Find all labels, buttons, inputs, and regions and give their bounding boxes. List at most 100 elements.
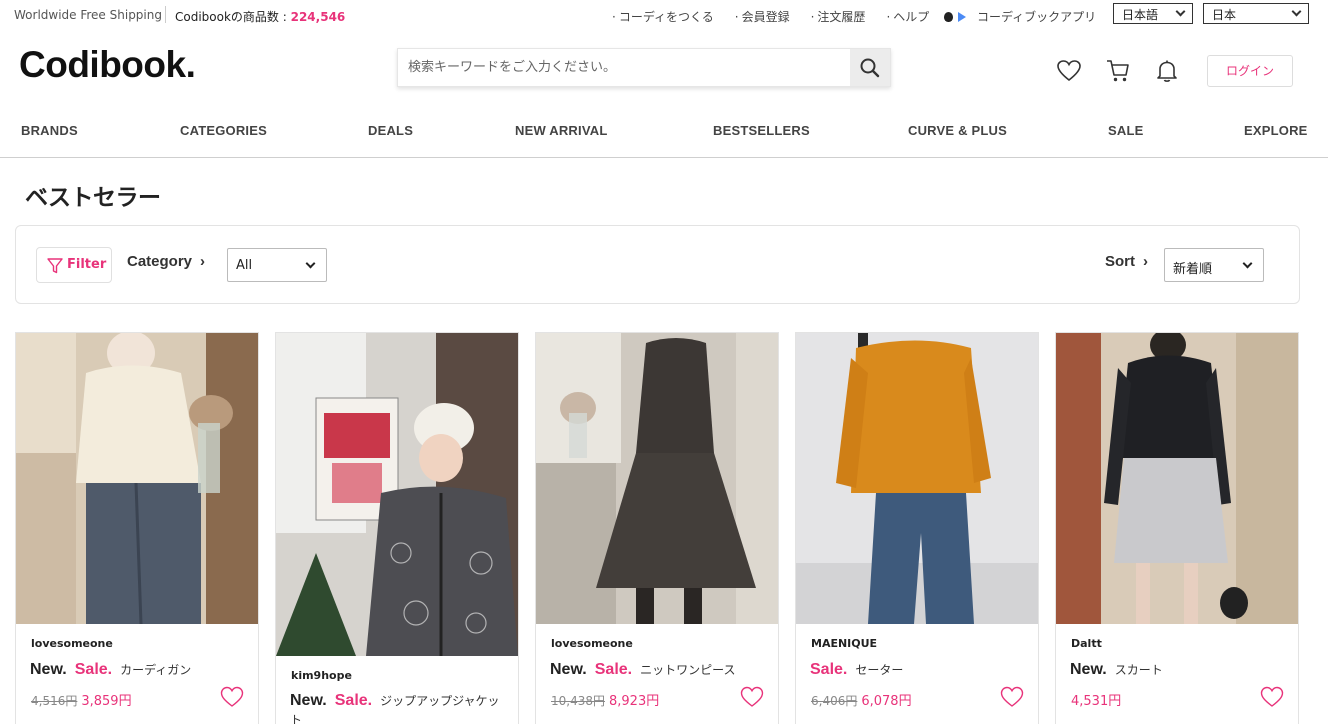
bell-icon[interactable] [1154, 58, 1180, 84]
free-shipping-text: Worldwide Free Shipping [14, 8, 162, 22]
product-count-value: 224,546 [290, 10, 346, 24]
wishlist-heart-icon[interactable] [1056, 58, 1082, 84]
nav-categories[interactable]: CATEGORIES [180, 123, 267, 138]
product-card[interactable]: lovesomeone New. Sale. カーディガン 4,516円 3,859円 [15, 332, 259, 724]
app-link-label: コーディブックアプリ [977, 10, 1097, 24]
product-tags: Sale. セーター [810, 659, 903, 679]
product-image[interactable] [796, 333, 1038, 624]
nav-curve-plus[interactable]: CURVE & PLUS [908, 123, 1007, 138]
product-price: 4,531円 [1071, 690, 1121, 709]
product-tags: New. スカート [1070, 659, 1163, 679]
top-link-order-history[interactable]: 注文履歴 [811, 8, 865, 25]
product-image[interactable] [1056, 333, 1298, 624]
category-label: Category › [127, 253, 205, 270]
product-name: セーター [855, 663, 904, 677]
product-tags: New. Sale. カーディガン [30, 659, 191, 679]
sort-arrow: › [1143, 253, 1148, 270]
sale-price: 8,923円 [609, 694, 660, 709]
original-price: 6,406円 [811, 694, 858, 708]
topbar-divider [165, 6, 166, 23]
product-brand: MAENIQUE [811, 637, 878, 650]
filter-button[interactable]: Filter [36, 247, 112, 283]
heart-icon[interactable] [1000, 686, 1024, 708]
region-value: 日本 [1212, 8, 1237, 22]
product-count-label: Codibookの商品数 : [175, 10, 291, 24]
filter-bar: Filter Category › All Sort › 新着順 [15, 225, 1300, 304]
region-select[interactable]: 日本 [1203, 3, 1309, 24]
chevron-down-icon [1175, 6, 1186, 17]
search-input[interactable] [398, 49, 852, 86]
nav-sale[interactable]: SALE [1108, 123, 1143, 138]
sale-price: 3,859円 [81, 694, 132, 709]
product-price: 6,406円 6,078円 [811, 690, 912, 709]
main-nav: BRANDS CATEGORIES DEALS NEW ARRIVAL BEST… [0, 120, 1328, 158]
new-tag: New. [30, 661, 67, 678]
product-name: スカート [1114, 663, 1163, 677]
product-price: 10,438円 8,923円 [551, 690, 659, 709]
heart-icon[interactable] [740, 686, 764, 708]
top-utility-bar: Worldwide Free Shipping Codibookの商品数 : 2… [0, 0, 1328, 31]
category-select-value: All [236, 258, 253, 273]
page-title: ベストセラー [25, 185, 161, 211]
nav-new-arrival[interactable]: NEW ARRIVAL [515, 123, 607, 138]
chevron-down-icon [1242, 258, 1253, 269]
product-card[interactable]: lovesomeone New. Sale. ニットワンピース 10,438円 8,9… [535, 332, 779, 724]
new-tag: New. [1070, 661, 1107, 678]
filter-icon [47, 258, 63, 274]
sort-label-text: Sort [1105, 253, 1135, 270]
heart-icon[interactable] [220, 686, 244, 708]
product-brand: lovesomeone [31, 637, 113, 650]
product-card[interactable]: Daltt New. スカート 4,531円 [1055, 332, 1299, 724]
nav-deals[interactable]: DEALS [368, 123, 413, 138]
filter-button-label: Filter [67, 257, 107, 272]
product-image[interactable] [536, 333, 778, 624]
sort-select[interactable]: 新着順 [1164, 248, 1264, 282]
original-price: 10,438円 [551, 694, 605, 708]
top-link-help[interactable]: ヘルプ [886, 8, 929, 25]
chevron-down-icon [305, 258, 316, 269]
apple-icon [944, 11, 953, 22]
top-link-register[interactable]: 会員登録 [735, 8, 790, 25]
play-store-icon [958, 11, 966, 22]
category-arrow: › [200, 253, 206, 270]
product-name: ニットワンピース [640, 663, 736, 677]
top-link-create-coordi[interactable]: コーディをつくる [612, 8, 714, 25]
new-tag: New. [550, 661, 587, 678]
sort-select-value: 新着順 [1173, 262, 1213, 277]
login-button[interactable]: ログイン [1207, 55, 1293, 87]
nav-brands[interactable]: BRANDS [21, 123, 78, 138]
nav-bestsellers[interactable]: BESTSELLERS [713, 123, 810, 138]
top-links: コーディをつくる 会員登録 注文履歴 ヘルプ [612, 8, 950, 25]
nav-explore[interactable]: EXPLORE [1244, 123, 1308, 138]
heart-icon[interactable] [1260, 686, 1284, 708]
sale-tag: Sale. [74, 661, 113, 678]
language-value: 日本語 [1122, 8, 1159, 22]
original-price: 4,516円 [31, 694, 78, 708]
product-brand: Daltt [1071, 637, 1102, 650]
product-tags: New. Sale. ニットワンピース [550, 659, 736, 679]
sort-label: Sort › [1105, 253, 1148, 270]
product-count: Codibookの商品数 : 224,546 [175, 8, 345, 25]
product-price: 4,516円 3,859円 [31, 690, 132, 709]
search-icon [860, 58, 880, 78]
product-brand: kim9hope [291, 669, 352, 682]
product-card[interactable]: MAENIQUE Sale. セーター 6,406円 6,078円 [795, 332, 1039, 724]
language-select[interactable]: 日本語 [1113, 3, 1193, 24]
product-image[interactable] [16, 333, 258, 624]
category-select[interactable]: All [227, 248, 327, 282]
sale-tag: Sale. [810, 661, 848, 678]
product-card[interactable]: kim9hope New. Sale. ジップアップジャケット [275, 332, 519, 724]
cart-icon[interactable] [1105, 58, 1131, 84]
search-bar [397, 48, 891, 87]
sale-price: 4,531円 [1071, 694, 1122, 709]
app-link[interactable]: コーディブックアプリ [944, 8, 1096, 25]
product-image[interactable] [276, 333, 518, 656]
product-tags: New. Sale. ジップアップジャケット [290, 691, 510, 724]
sale-tag: Sale. [334, 692, 373, 709]
search-button[interactable] [850, 49, 890, 86]
category-label-text: Category [127, 253, 193, 270]
chevron-down-icon [1291, 6, 1302, 17]
site-logo[interactable]: Codibook. [19, 44, 196, 86]
new-tag: New. [290, 692, 327, 709]
sale-price: 6,078円 [861, 694, 912, 709]
